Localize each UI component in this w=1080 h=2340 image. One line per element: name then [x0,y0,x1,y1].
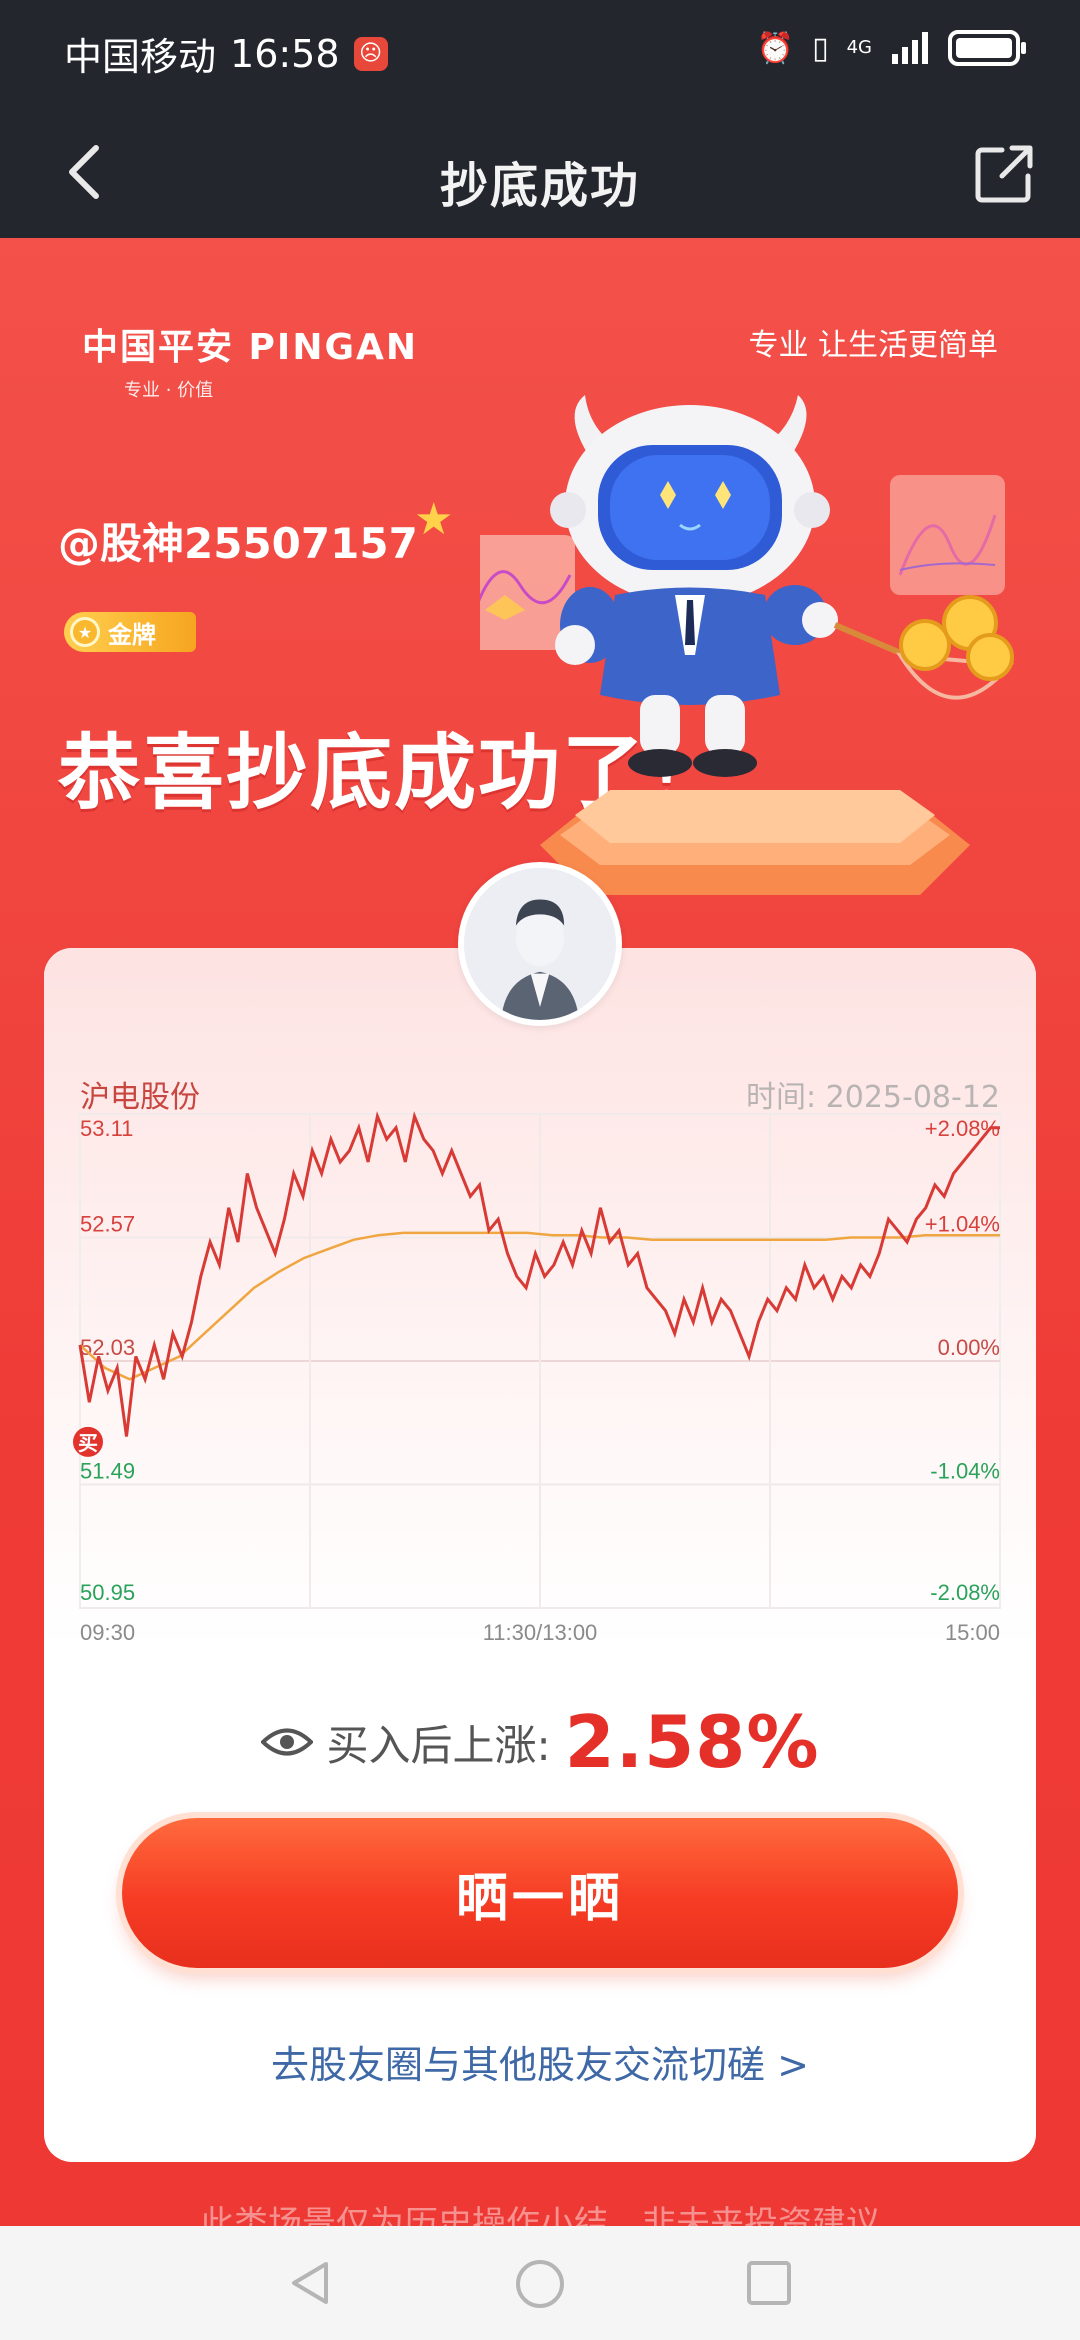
battery-icon [948,30,1026,66]
signal-icon [892,32,928,64]
gold-badge: ★ 金牌 [64,612,196,652]
clock: 16:58 [230,31,340,76]
card-gradient [44,948,1036,1648]
nav-back-icon[interactable] [286,2258,336,2308]
eye-icon[interactable] [260,1725,313,1759]
badge-star-icon: ★ [70,617,100,647]
status-left: 中国移动 16:58 ☹ [64,26,388,81]
vibrate-icon: ▯ [812,30,829,66]
user-avatar-icon [464,868,616,1020]
notification-app-icon: ☹ [353,36,388,71]
pingan-logo: 中国平安 PINGAN 专业 · 价值 [82,318,418,402]
nav-recents-icon[interactable] [744,2258,794,2308]
logo-text: 中国平安 PINGAN [82,327,418,368]
carrier-label: 中国移动 [64,35,217,79]
share-button[interactable] [972,142,1036,206]
network-type: 4G [846,37,872,58]
slogan: 专业 让生活更简单 [748,328,998,363]
badge-label: 金牌 [108,620,156,649]
trade-date: 时间: 2025-08-12 [746,1080,1000,1115]
username: @股神25507157 [58,519,418,568]
logo-subtext: 专业 · 价值 [124,380,214,401]
star-icon: ★ [414,494,454,545]
rise-summary: 买入后上涨: 2.58% [0,1700,1080,1784]
share-button-main[interactable]: 晒一晒 [122,1818,958,1968]
status-right: ⏰ ▯ 4G [756,30,1026,66]
robot-mascot-illustration [480,395,1015,895]
alarm-icon: ⏰ [756,30,795,66]
nav-bar: 抄底成功 [0,106,1080,238]
result-card [44,948,1036,2162]
avatar [458,862,622,1026]
status-bar: 中国移动 16:58 ☹ ⏰ ▯ 4G [0,0,1080,106]
stock-name: 沪电股份 [80,1080,200,1115]
community-link[interactable]: 去股友圈与其他股友交流切磋 > [0,2034,1080,2089]
system-nav-bar [0,2226,1080,2340]
page-title: 抄底成功 [439,158,640,214]
rise-value: 2.58% [564,1700,820,1784]
nav-home-icon[interactable] [514,2258,566,2310]
rise-label: 买入后上涨: [326,1720,551,1770]
